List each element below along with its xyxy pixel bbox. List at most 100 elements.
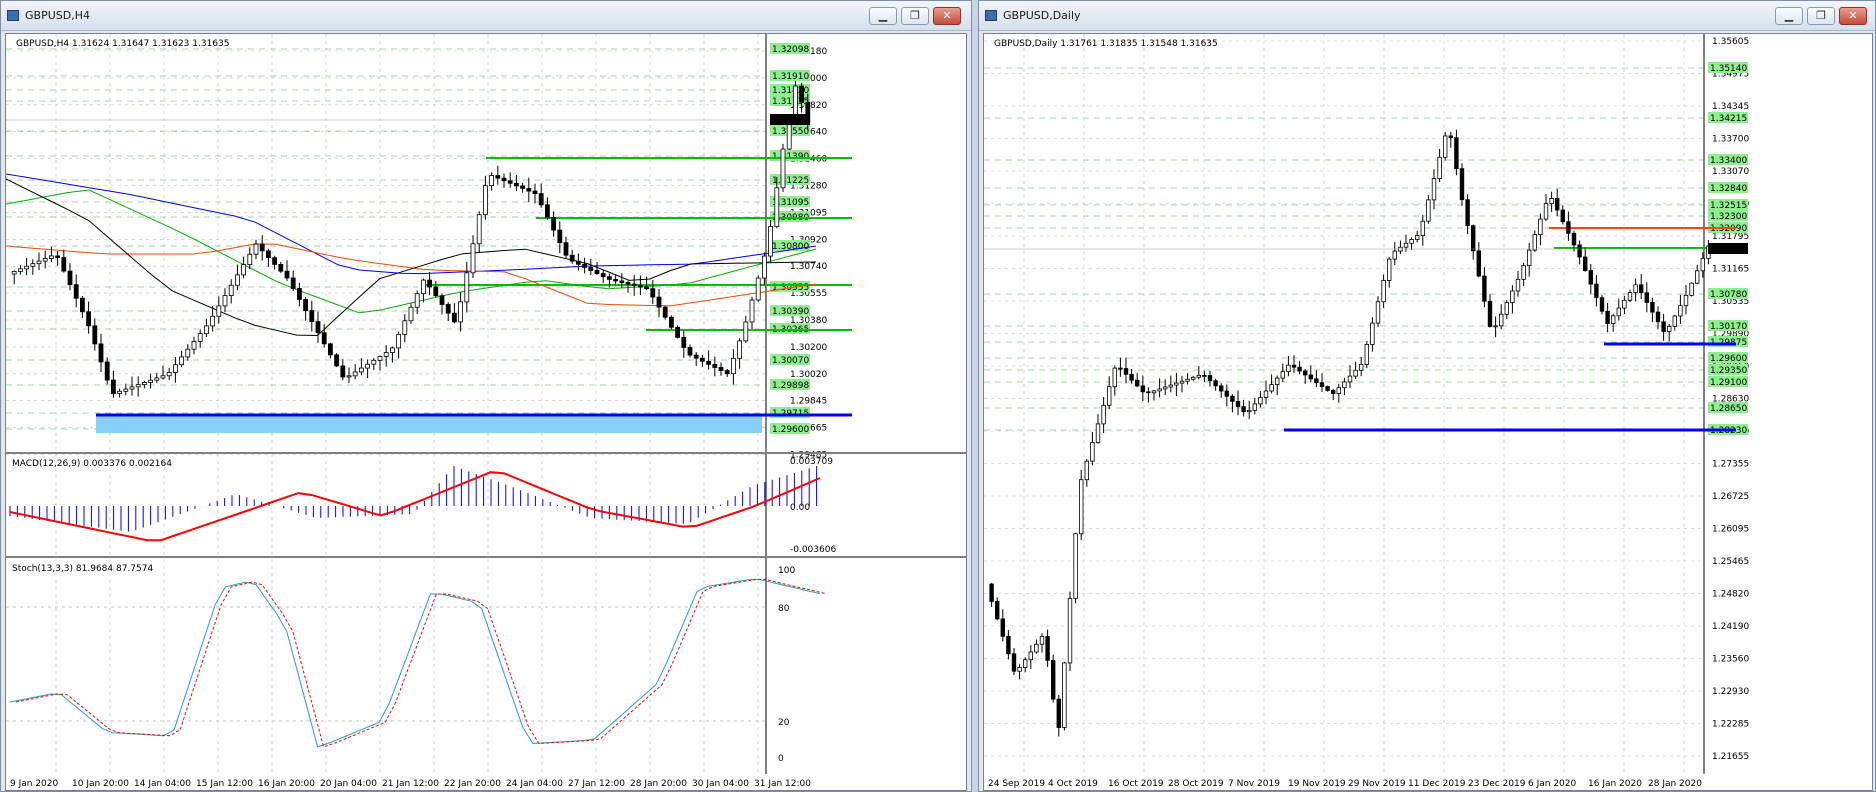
minimize-button[interactable]: ▁: [1775, 7, 1803, 25]
restore-button[interactable]: ❐: [1807, 7, 1835, 25]
daily-candle: [1695, 270, 1700, 284]
time-axis-label: 16 Jan 20:00: [258, 779, 315, 789]
price-axis-label: 1.22285: [1712, 720, 1749, 730]
daily-candle: [1448, 135, 1453, 139]
daily-candle: [1442, 135, 1448, 158]
daily-candle: [1538, 218, 1543, 236]
close-button[interactable]: ✕: [1839, 7, 1867, 25]
daily-candle: [1577, 244, 1582, 258]
daily-candle: [1493, 325, 1498, 328]
daily-chart-svg[interactable]: 1.356051.349751.343451.337001.330701.324…: [984, 34, 1873, 791]
daily-candle: [1263, 390, 1269, 398]
price-axis-label: 1.30020: [790, 370, 827, 380]
h4-title-bar[interactable]: GBPUSD,H4 ▁ ❐ ✕: [1, 1, 971, 31]
h4-candle: [315, 321, 321, 334]
h4-window-title: GBPUSD,H4: [25, 9, 90, 22]
h4-chart-window[interactable]: GBPUSD,H4 ▁ ❐ ✕ 1.321801.320001.318201.3…: [0, 0, 972, 792]
price-axis-label: 1.34345: [1712, 102, 1749, 112]
daily-candle: [1073, 533, 1078, 599]
daily-candle: [1465, 199, 1470, 227]
h4-candle: [321, 332, 327, 345]
ma-green-line: [6, 189, 817, 314]
h4-candle: [123, 388, 129, 392]
h4-candle: [49, 255, 54, 259]
h4-candle: [265, 250, 271, 259]
daily-candle: [1079, 479, 1084, 535]
restore-button[interactable]: ❐: [901, 7, 929, 25]
h4-candle: [92, 325, 98, 345]
price-axis-label: 1.35605: [1712, 37, 1749, 47]
h4-chart-svg[interactable]: 1.321801.320001.318201.316401.314601.312…: [6, 34, 967, 791]
h4-chart-area[interactable]: 1.321801.320001.318201.316401.314601.312…: [5, 33, 967, 791]
daily-candle: [1616, 307, 1621, 317]
daily-candle: [1123, 368, 1129, 375]
h4-candle: [402, 320, 408, 335]
daily-candle: [1543, 203, 1549, 220]
h4-candle: [389, 347, 395, 353]
level-tag-label: 1.30170: [1710, 322, 1747, 332]
h4-candle: [482, 185, 488, 216]
daily-candle: [1527, 249, 1532, 267]
h4-candle: [731, 357, 736, 375]
level-tag-label: 1.31910: [772, 72, 809, 82]
time-axis-label: 9 Jan 2020: [10, 779, 58, 789]
time-axis-label: 11 Dec 2019: [1408, 779, 1466, 789]
h4-candle: [55, 255, 60, 258]
time-axis-label: 14 Jan 04:00: [134, 779, 191, 789]
h4-candle: [749, 299, 755, 323]
h4-candle: [414, 293, 420, 308]
price-axis-label: 1.26725: [1712, 492, 1749, 502]
h4-candle: [433, 286, 439, 297]
h4-candle: [334, 354, 340, 367]
daily-candle: [1454, 137, 1459, 170]
h4-candle: [98, 343, 104, 363]
minimize-icon: ▁: [878, 9, 888, 22]
daily-candle: [1202, 374, 1207, 377]
h4-candle: [396, 333, 402, 349]
time-axis-label: 27 Jan 12:00: [568, 779, 625, 789]
daily-candle: [1476, 250, 1481, 277]
daily-candle: [989, 583, 994, 602]
time-axis-label: 15 Jan 12:00: [196, 779, 253, 789]
h4-candle: [234, 274, 240, 286]
daily-candle: [1700, 258, 1705, 272]
h4-candle: [129, 386, 135, 390]
daily-candle: [1157, 388, 1162, 392]
daily-candle: [1101, 404, 1106, 425]
price-axis-label: 1.21655: [1712, 752, 1749, 762]
close-button[interactable]: ✕: [933, 7, 961, 25]
daily-chart-window[interactable]: GBPUSD,Daily ▁ ❐ ✕ 1.35605 1.34975 1.34345…: [978, 0, 1876, 792]
daily-candle: [1207, 375, 1213, 382]
h4-candle: [774, 187, 780, 227]
daily-candle: [1218, 385, 1224, 392]
daily-candle: [1336, 387, 1341, 394]
h4-candle: [365, 363, 371, 369]
price-axis-label: 1.24190: [1712, 622, 1749, 632]
h4-candle: [439, 295, 445, 305]
level-tag-label: 1.29600: [1710, 354, 1747, 364]
current-price-label: 1.31635: [772, 116, 809, 126]
daily-candle: [1678, 305, 1683, 317]
daily-candle: [1644, 292, 1649, 303]
h4-candle: [681, 336, 687, 348]
h4-candle: [408, 306, 414, 322]
h4-candle: [309, 310, 315, 323]
chart-window-icon: [985, 10, 997, 21]
daily-chart-area[interactable]: 1.356051.349751.343451.337001.330701.324…: [983, 33, 1873, 791]
time-axis-label: 6 Jan 2020: [1528, 779, 1576, 789]
daily-title-bar[interactable]: GBPUSD,Daily ▁ ❐ ✕: [979, 1, 1875, 31]
daily-candle: [1112, 367, 1117, 388]
daily-candle: [1482, 275, 1487, 302]
daily-candle: [1185, 378, 1190, 382]
daily-candle: [1650, 302, 1655, 313]
daily-candle: [1258, 397, 1263, 405]
time-axis-label: 31 Jan 12:00: [754, 779, 811, 789]
daily-candle: [1499, 313, 1504, 327]
price-axis-label: 1.29845: [790, 397, 827, 407]
h4-candle: [495, 175, 501, 179]
h4-candle: [464, 272, 470, 303]
stoch-label: Stoch(13,3,3) 81.9684 87.7574: [12, 564, 153, 574]
macd-axis-label: 0.00: [790, 503, 810, 513]
close-icon: ✕: [1848, 9, 1858, 22]
minimize-button[interactable]: ▁: [869, 7, 897, 25]
